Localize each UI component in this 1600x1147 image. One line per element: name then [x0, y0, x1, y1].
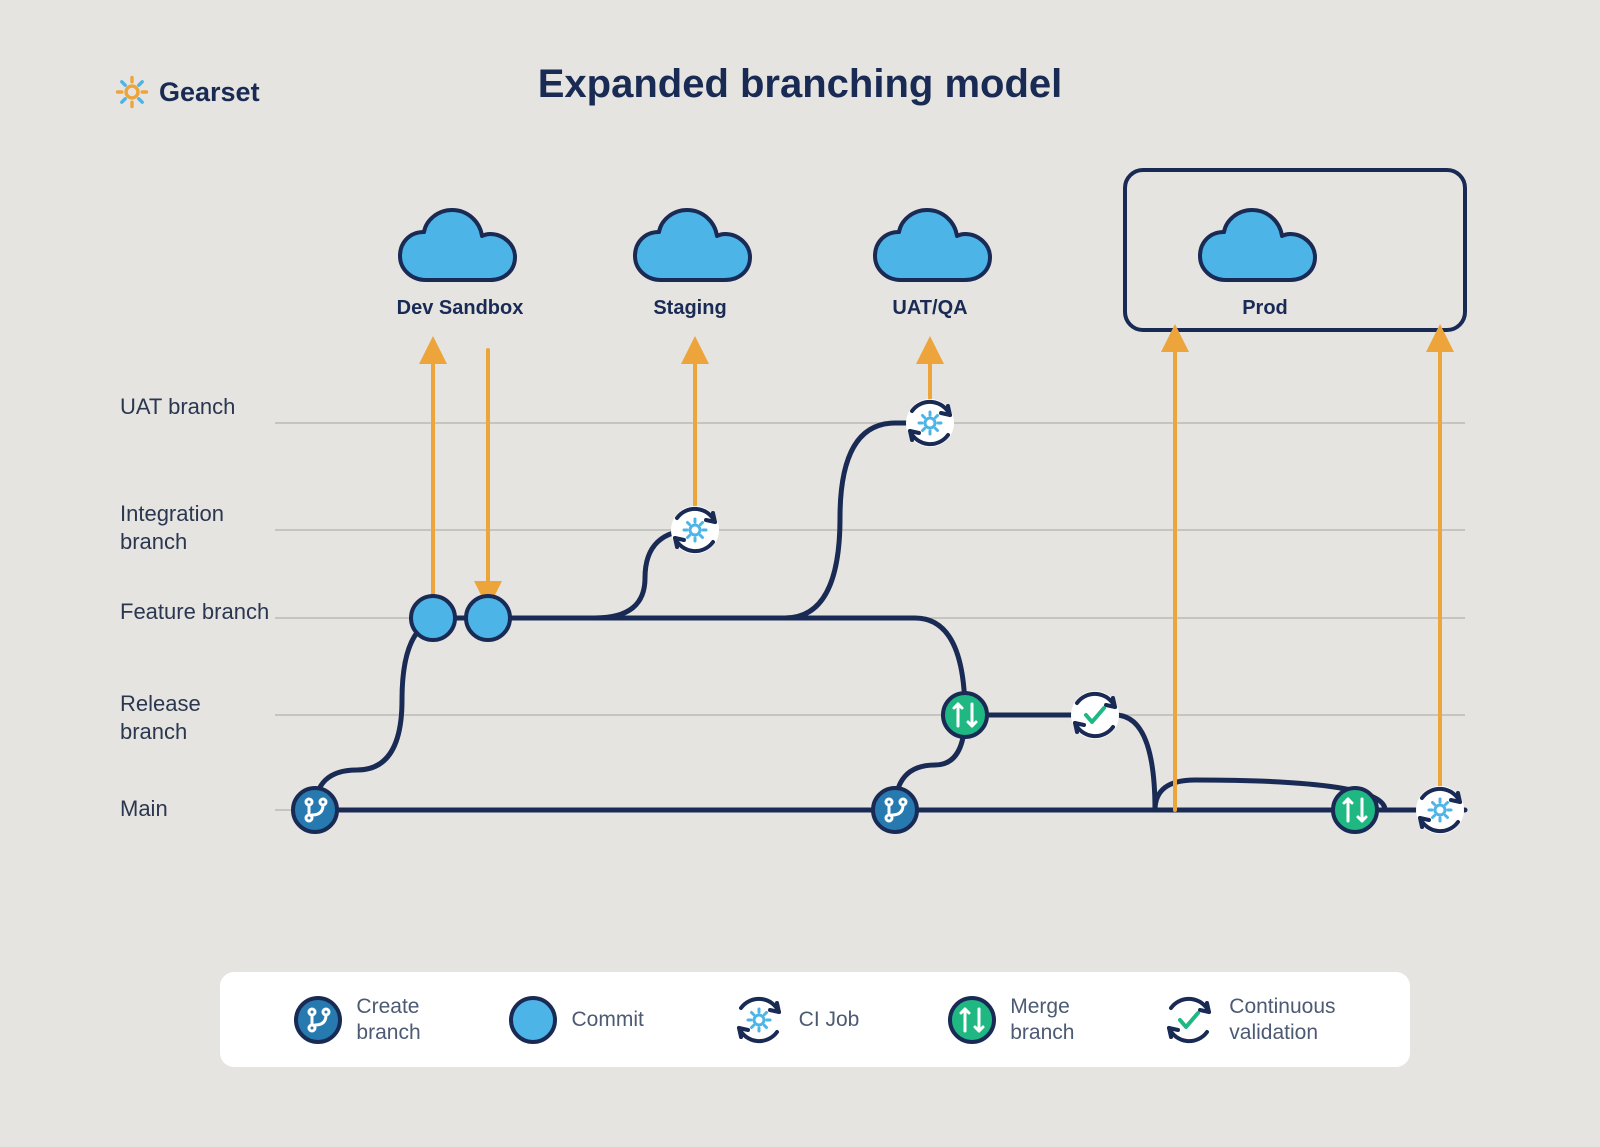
ci-job-icon: [733, 994, 785, 1046]
cloud-staging-icon: [635, 210, 750, 280]
node-merge-main: [1333, 788, 1377, 832]
node-cv-release: [1071, 691, 1119, 739]
node-commit-2: [466, 596, 510, 640]
diagram-title: Expanded branching model: [0, 62, 1600, 107]
cloud-dev-icon: [400, 210, 515, 280]
commit-icon: [509, 996, 557, 1044]
legend-merge: Merge branch: [948, 994, 1074, 1044]
create-branch-icon: [294, 996, 342, 1044]
node-ci-prod: [1416, 786, 1464, 834]
legend-ci: CI Job: [733, 994, 860, 1046]
node-merge-release: [943, 693, 987, 737]
legend-cv: Continuous validation: [1163, 994, 1335, 1046]
legend: Create branch Commit CI Job Merge branch…: [220, 972, 1410, 1067]
branching-diagram: [95, 140, 1475, 910]
cloud-uat-icon: [875, 210, 990, 280]
legend-commit: Commit: [509, 996, 643, 1044]
merge-branch-icon: [948, 996, 996, 1044]
node-ci-uat: [906, 399, 954, 447]
node-ci-staging: [671, 506, 719, 554]
node-create-release: [873, 788, 917, 832]
node-create-feature: [293, 788, 337, 832]
cloud-prod-icon: [1200, 210, 1315, 280]
node-commit-1: [411, 596, 455, 640]
legend-create: Create branch: [294, 994, 420, 1044]
continuous-validation-icon: [1163, 994, 1215, 1046]
